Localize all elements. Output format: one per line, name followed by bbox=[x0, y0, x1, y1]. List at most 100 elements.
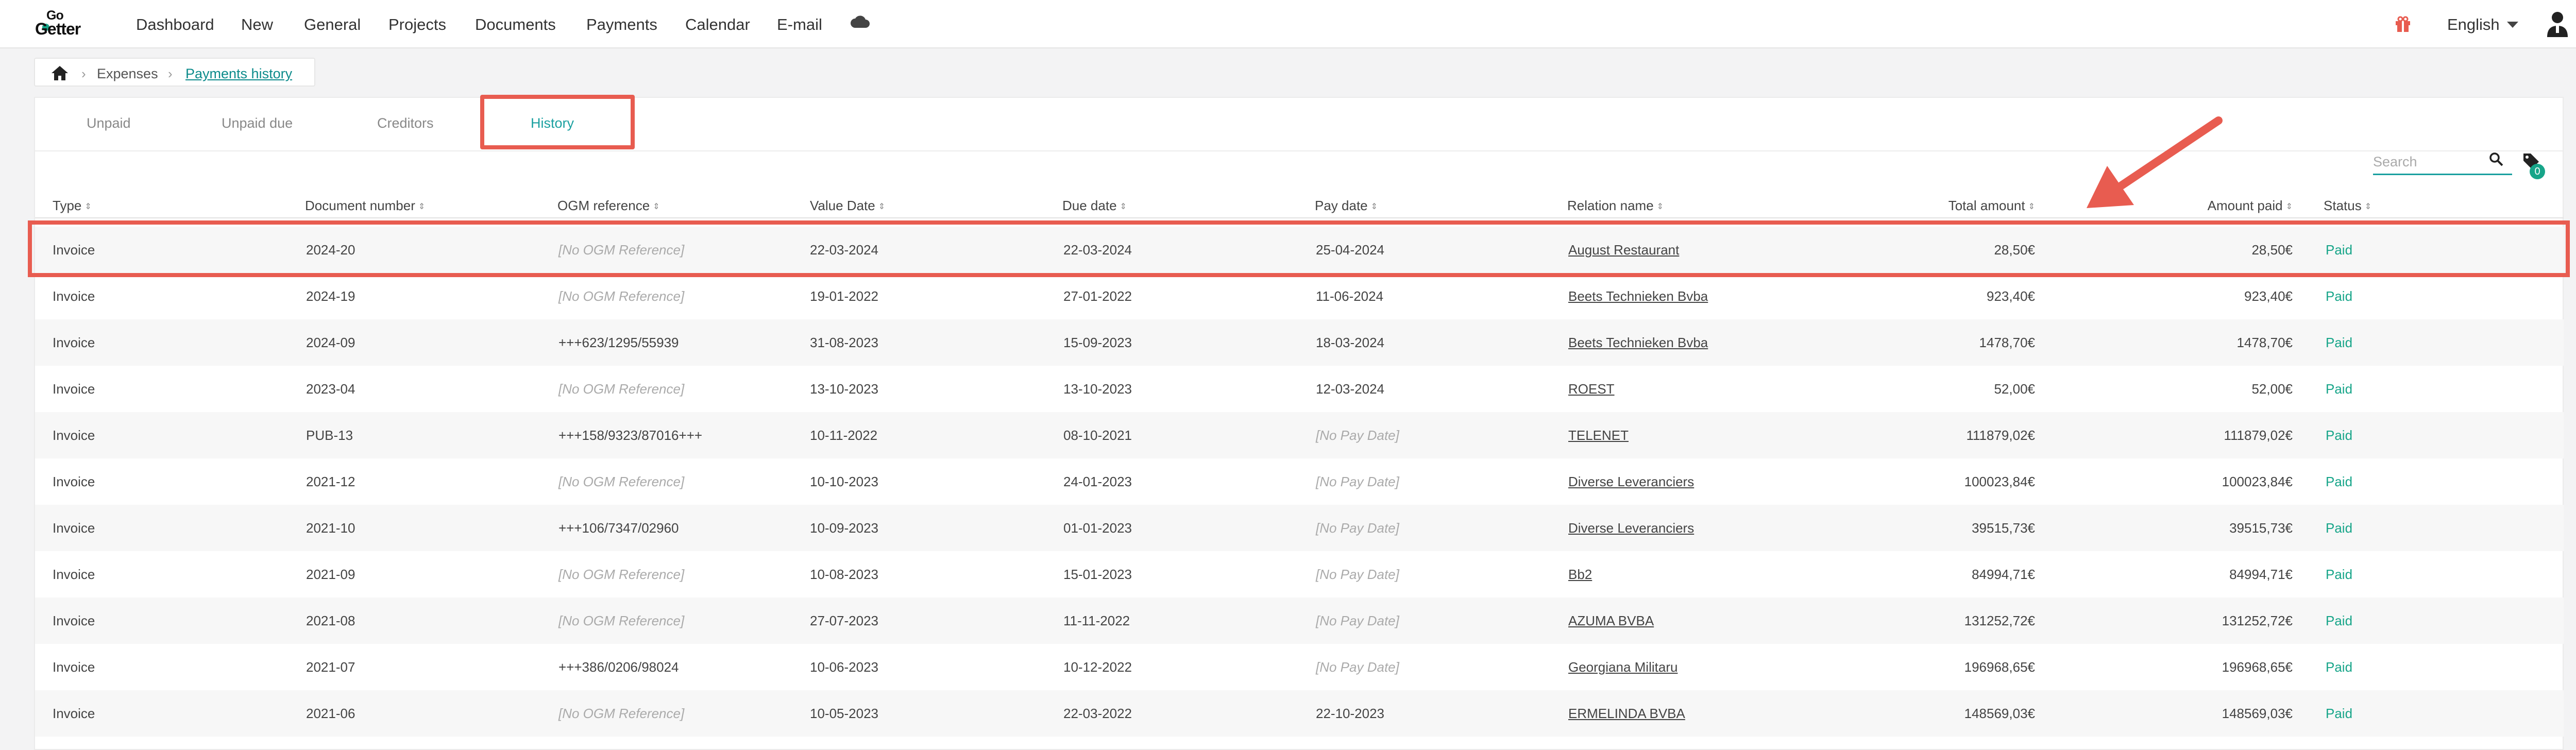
cell-document-number: 2021-12 bbox=[306, 474, 355, 489]
column-header-type[interactable]: Type ⇕ bbox=[53, 198, 92, 214]
cell-due-date: 13-10-2023 bbox=[1063, 381, 1132, 397]
home-icon[interactable] bbox=[50, 65, 69, 81]
cell-relation-name-link[interactable]: ERMELINDA BVBA bbox=[1568, 706, 1685, 722]
table-row[interactable]: Invoice 2024-19 [No OGM Reference] 19-01… bbox=[35, 273, 2564, 319]
cell-total-amount: 923,40€ bbox=[1987, 288, 2035, 304]
cell-value-date: 13-10-2023 bbox=[810, 381, 878, 397]
column-header-total-amount[interactable]: Total amount ⇕ bbox=[1906, 198, 2035, 214]
breadcrumb: › Expenses › Payments history bbox=[34, 58, 315, 87]
nav-payments[interactable]: Payments bbox=[586, 15, 657, 34]
nav-new[interactable]: New bbox=[241, 15, 273, 34]
cell-ogm-reference: [No OGM Reference] bbox=[558, 706, 685, 721]
cell-relation-name-link[interactable]: Georgiana Militaru bbox=[1568, 659, 1677, 675]
cell-ogm-reference: +++623/1295/55939 bbox=[558, 335, 679, 350]
column-header-label: Value Date bbox=[810, 198, 875, 213]
cell-pay-date: [No Pay Date] bbox=[1316, 659, 1399, 675]
cell-relation-name-link[interactable]: Beets Technieken Bvba bbox=[1568, 288, 1708, 304]
cell-ogm-reference: [No OGM Reference] bbox=[558, 288, 685, 304]
nav-dashboard[interactable]: Dashboard bbox=[136, 15, 214, 34]
sort-icon: ⇕ bbox=[2285, 202, 2293, 212]
search-input[interactable] bbox=[2373, 152, 2486, 171]
column-header-pay-date[interactable]: Pay date ⇕ bbox=[1315, 198, 1378, 214]
cell-type: Invoice bbox=[53, 613, 95, 628]
cell-pay-date: 12-03-2024 bbox=[1316, 381, 1384, 397]
nav-projects[interactable]: Projects bbox=[388, 15, 446, 34]
cell-pay-date: [No Pay Date] bbox=[1316, 567, 1399, 582]
sort-icon: ⇕ bbox=[1120, 202, 1127, 212]
column-header-label: Relation name bbox=[1567, 198, 1654, 213]
nav-documents[interactable]: Documents bbox=[475, 15, 556, 34]
cell-value-date: 10-08-2023 bbox=[810, 567, 878, 582]
cell-type: Invoice bbox=[53, 659, 95, 675]
cell-value-date: 10-10-2023 bbox=[810, 474, 878, 489]
cell-document-number: 2021-09 bbox=[306, 567, 355, 582]
table-row[interactable]: Invoice 2021-09 [No OGM Reference] 10-08… bbox=[35, 551, 2564, 598]
cell-document-number: 2021-07 bbox=[306, 659, 355, 675]
cell-value-date: 19-01-2022 bbox=[810, 288, 878, 304]
cell-relation-name-link[interactable]: TELENET bbox=[1568, 428, 1629, 444]
breadcrumb-payments-history[interactable]: Payments history bbox=[185, 66, 292, 82]
column-header-label: OGM reference bbox=[557, 198, 650, 213]
cell-amount-paid: 196968,65€ bbox=[2222, 659, 2293, 675]
column-header-status[interactable]: Status ⇕ bbox=[2324, 198, 2371, 214]
cell-pay-date: 11-06-2024 bbox=[1316, 288, 1384, 304]
gift-icon[interactable] bbox=[2394, 14, 2412, 33]
breadcrumb-expenses[interactable]: Expenses bbox=[97, 66, 158, 82]
cell-total-amount: 39515,73€ bbox=[1972, 520, 2035, 536]
table-row[interactable]: Invoice 2021-06 [No OGM Reference] 10-05… bbox=[35, 690, 2564, 737]
sort-icon: ⇕ bbox=[878, 202, 886, 212]
tab-unpaid-due[interactable]: Unpaid due bbox=[222, 115, 293, 131]
cell-relation-name-link[interactable]: Bb2 bbox=[1568, 567, 1592, 583]
cell-relation-name-link[interactable]: AZUMA BVBA bbox=[1568, 613, 1654, 629]
nav-email[interactable]: E-mail bbox=[777, 15, 822, 34]
table-row[interactable]: Invoice 2024-09 +++623/1295/55939 31-08-… bbox=[35, 319, 2564, 366]
column-header-value-date[interactable]: Value Date ⇕ bbox=[810, 198, 885, 214]
cell-relation-name-link[interactable]: ROEST bbox=[1568, 381, 1615, 397]
column-header-ogm-reference[interactable]: OGM reference ⇕ bbox=[557, 198, 660, 214]
table-row[interactable]: Invoice 2021-12 [No OGM Reference] 10-10… bbox=[35, 458, 2564, 505]
cloud-icon[interactable] bbox=[850, 14, 871, 29]
column-header-label: Total amount bbox=[1948, 198, 2025, 213]
table-row[interactable]: Invoice PUB-13 +++158/9323/87016+++ 10-1… bbox=[35, 412, 2564, 458]
cell-document-number: 2021-06 bbox=[306, 706, 355, 721]
table-row[interactable]: Invoice 2021-10 +++106/7347/02960 10-09-… bbox=[35, 505, 2564, 551]
gogetter-logo[interactable]: Go Getter bbox=[35, 8, 107, 39]
nav-calendar[interactable]: Calendar bbox=[685, 15, 750, 34]
cell-type: Invoice bbox=[53, 381, 95, 397]
cell-amount-paid: 111879,02€ bbox=[2224, 428, 2293, 443]
cell-relation-name-link[interactable]: Diverse Leveranciers bbox=[1568, 474, 1694, 490]
tab-creditors[interactable]: Creditors bbox=[377, 115, 434, 131]
cell-amount-paid: 131252,72€ bbox=[2222, 613, 2293, 628]
chevron-right-icon: › bbox=[168, 66, 173, 81]
column-header-due-date[interactable]: Due date ⇕ bbox=[1062, 198, 1127, 214]
column-header-amount-paid[interactable]: Amount paid ⇕ bbox=[2164, 198, 2293, 214]
column-header-document-number[interactable]: Document number ⇕ bbox=[305, 198, 425, 214]
cell-relation-name-link[interactable]: Beets Technieken Bvba bbox=[1568, 335, 1708, 351]
user-icon[interactable] bbox=[2546, 10, 2569, 38]
cell-pay-date: 22-10-2023 bbox=[1316, 706, 1384, 721]
cell-total-amount: 100023,84€ bbox=[1964, 474, 2035, 489]
table-row[interactable]: Invoice 2021-08 [No OGM Reference] 27-07… bbox=[35, 598, 2564, 644]
cell-total-amount: 52,00€ bbox=[1994, 381, 2035, 397]
cell-amount-paid: 1478,70€ bbox=[2236, 335, 2293, 350]
cell-amount-paid: 148569,03€ bbox=[2222, 706, 2293, 721]
cell-ogm-reference: [No OGM Reference] bbox=[558, 613, 685, 628]
tab-unpaid[interactable]: Unpaid bbox=[87, 115, 131, 131]
chevron-down-icon[interactable] bbox=[2507, 22, 2518, 28]
cell-value-date: 10-05-2023 bbox=[810, 706, 878, 721]
nav-general[interactable]: General bbox=[304, 15, 361, 34]
cell-relation-name-link[interactable]: Diverse Leveranciers bbox=[1568, 520, 1694, 536]
column-header-label: Amount paid bbox=[2207, 198, 2283, 213]
cell-type: Invoice bbox=[53, 474, 95, 489]
sort-icon: ⇕ bbox=[84, 202, 92, 212]
sort-icon: ⇕ bbox=[1370, 202, 1378, 212]
language-selector[interactable]: English bbox=[2447, 15, 2500, 34]
cell-value-date: 10-11-2022 bbox=[810, 428, 878, 443]
table-row[interactable]: Invoice 2023-04 [No OGM Reference] 13-10… bbox=[35, 366, 2564, 412]
header-divider bbox=[35, 217, 2564, 218]
table-row[interactable]: Invoice 2021-07 +++386/0206/98024 10-06-… bbox=[35, 644, 2564, 690]
column-header-relation-name[interactable]: Relation name ⇕ bbox=[1567, 198, 1664, 214]
cell-total-amount: 131252,72€ bbox=[1964, 613, 2035, 628]
search-icon[interactable] bbox=[2488, 151, 2504, 167]
cell-type: Invoice bbox=[53, 520, 95, 536]
